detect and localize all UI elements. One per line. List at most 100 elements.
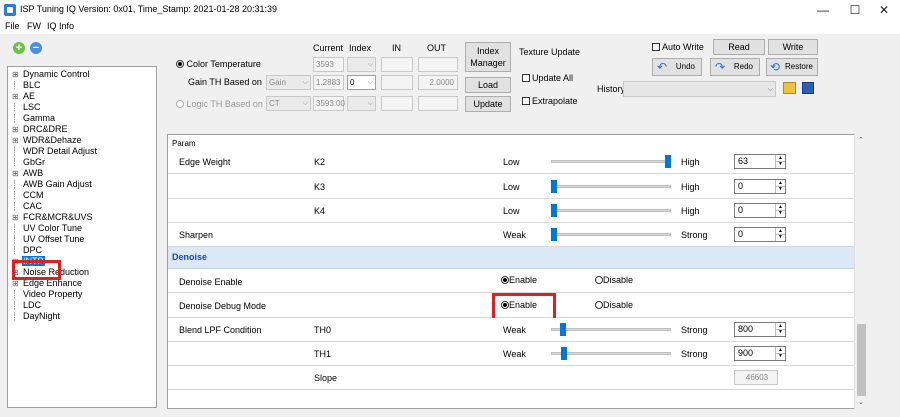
value-spinner[interactable]: 800 ▲ ▼: [734, 322, 786, 337]
high-label: High: [681, 182, 700, 192]
tree-item-ldc[interactable]: ┊ LDC: [12, 300, 42, 311]
param-name: Denoise Debug Mode: [179, 301, 267, 311]
tree-item-wdr-dehaze[interactable]: ⊞ WDR&Dehaze: [12, 135, 83, 146]
slider-thumb[interactable]: [560, 323, 567, 336]
section-denoise: Denoise: [168, 247, 855, 269]
color-temp-current: 3593: [313, 57, 344, 72]
parameter-tree: ⊞ Dynamic Control ┊ BLC ⊞ AE ┊ LSC ┊ Gamma ⊞ D…: [7, 66, 157, 408]
tree-item-dpc[interactable]: ┊ DPC: [12, 245, 43, 256]
low-label: Weak: [503, 325, 526, 335]
value-spinner[interactable]: 63 ▲ ▼: [734, 154, 786, 169]
color-temperature-radio[interactable]: Color Temperature: [176, 59, 261, 69]
value-spinner[interactable]: 0 ▲ ▼: [734, 203, 786, 218]
menu-file[interactable]: File: [5, 21, 20, 31]
logic-th-radio[interactable]: Logic TH Based on: [176, 99, 263, 109]
value-spinner[interactable]: 900 ▲ ▼: [734, 346, 786, 361]
section-title: Denoise: [172, 252, 208, 262]
scroll-up-icon[interactable]: ⌃: [858, 136, 864, 144]
value-spinner[interactable]: 0 ▲ ▼: [734, 227, 786, 242]
texture-update-label: Texture Update: [519, 47, 581, 57]
slider-track[interactable]: [551, 328, 671, 331]
save-icon[interactable]: [802, 82, 814, 94]
slider-thumb[interactable]: [561, 347, 568, 360]
header-index: Index: [349, 43, 372, 53]
read-button[interactable]: Read: [713, 39, 765, 55]
redo-button[interactable]: ↷ Redo: [710, 58, 760, 76]
close-button[interactable]: ✕: [868, 0, 900, 20]
tree-item-lsc[interactable]: ┊ LSC: [12, 102, 42, 113]
value-spinner[interactable]: 0 ▲ ▼: [734, 179, 786, 194]
denoise-disable-radio[interactable]: Disable: [595, 275, 633, 285]
maximize-button[interactable]: ☐: [839, 0, 871, 20]
param-row-blend-th0: Blend LPF Condition TH0 Weak Strong 800 ▲…: [168, 318, 855, 342]
expand-all-icon[interactable]: +: [13, 42, 25, 54]
history-select[interactable]: ⌵: [623, 81, 776, 97]
param-row-edge-weight-k4: K4 Low High 0 ▲ ▼: [168, 199, 855, 223]
param-name: Blend LPF Condition: [179, 325, 262, 335]
high-label: Strong: [681, 325, 708, 335]
slider-track[interactable]: [551, 185, 671, 188]
header-in: IN: [392, 43, 401, 53]
scroll-down-icon[interactable]: ⌄: [858, 398, 864, 406]
tree-item-awb[interactable]: ⊞ AWB: [12, 168, 44, 179]
slider-track[interactable]: [551, 160, 671, 163]
update-all-checkbox[interactable]: Update All: [522, 73, 573, 83]
redo-icon: ↷: [715, 60, 726, 74]
tree-item-blc[interactable]: ┊ BLC: [12, 80, 42, 91]
logic-th-current: 3593.00: [313, 96, 345, 111]
window-title: ISP Tuning IQ Version: 0x01, Time_Stamp:…: [20, 4, 277, 14]
menu-fw[interactable]: FW: [27, 21, 41, 31]
param-row-edge-weight-k3: K3 Low High 0 ▲ ▼: [168, 174, 855, 199]
auto-write-checkbox[interactable]: Auto Write: [652, 42, 704, 52]
gain-th-index-select[interactable]: 0 ⌵: [347, 75, 376, 90]
minimize-button[interactable]: —: [807, 0, 839, 20]
tree-item-uv-color-tune[interactable]: ┊ UV Color Tune: [12, 223, 83, 234]
undo-button[interactable]: ↶ Undo: [652, 58, 702, 76]
tree-item-drc-dre[interactable]: ⊞ DRC&DRE: [12, 124, 69, 135]
tree-item-cac[interactable]: ┊ CAC: [12, 201, 43, 212]
slider-thumb[interactable]: [551, 204, 557, 217]
load-button[interactable]: Load: [465, 77, 511, 93]
tree-item-wdr-detail-adjust[interactable]: ┊ WDR Detail Adjust: [12, 146, 98, 157]
param-header: Param: [172, 139, 196, 148]
slider-track[interactable]: [551, 233, 671, 236]
tree-item-ae[interactable]: ⊞ AE: [12, 91, 36, 102]
gain-th-current: 1.2883: [313, 75, 344, 90]
tree-item-fcr-mcr-uvs[interactable]: ⊞ FCR&MCR&UVS: [12, 212, 94, 223]
tree-item-uv-offset-tune[interactable]: ┊ UV Offset Tune: [12, 234, 85, 245]
param-row-sharpen: Sharpen Weak Strong 0 ▲ ▼: [168, 223, 855, 247]
param-name: Sharpen: [179, 230, 214, 240]
open-folder-icon[interactable]: [783, 82, 796, 94]
tree-item-gbgr[interactable]: ┊ GbGr: [12, 157, 46, 168]
slider-track[interactable]: [551, 352, 671, 355]
update-button[interactable]: Update: [465, 96, 511, 112]
high-label: Strong: [681, 349, 708, 359]
param-name: Denoise Enable: [179, 277, 243, 287]
param-panel: Param Edge Weight K2 Low High 63 ▲ ▼ K3 Lo…: [167, 134, 867, 409]
param-scrollbar[interactable]: ⌃ ⌄: [854, 134, 867, 409]
index-manager-button[interactable]: Index Manager: [465, 42, 511, 72]
slider-thumb[interactable]: [551, 180, 557, 193]
restore-icon: ⟲: [770, 60, 781, 74]
extrapolate-checkbox[interactable]: Extrapolate: [522, 96, 578, 106]
menu-iq-info[interactable]: IQ Info: [47, 21, 74, 31]
write-button[interactable]: Write: [768, 39, 818, 55]
denoise-enable-radio[interactable]: Enable: [501, 275, 537, 285]
slider-thumb[interactable]: [665, 155, 671, 168]
slider-thumb[interactable]: [551, 228, 557, 241]
tree-item-video-property[interactable]: ┊ Video Property: [12, 289, 83, 300]
tree-item-awb-gain-adjust[interactable]: ┊ AWB Gain Adjust: [12, 179, 93, 190]
tree-item-gamma[interactable]: ┊ Gamma: [12, 113, 56, 124]
tree-item-daynight[interactable]: ┊ DayNight: [12, 311, 61, 322]
collapse-all-icon[interactable]: −: [30, 42, 42, 54]
low-label: Low: [503, 182, 520, 192]
scrollbar-thumb[interactable]: [857, 324, 866, 396]
undo-icon: ↶: [657, 60, 668, 74]
denoise-debug-disable-radio[interactable]: Disable: [595, 300, 633, 310]
restore-button[interactable]: ⟲ Restore: [766, 58, 818, 76]
tree-item-ccm[interactable]: ┊ CCM: [12, 190, 45, 201]
tree-item-dynamic-control[interactable]: ⊞ Dynamic Control: [12, 69, 91, 80]
slider-track[interactable]: [551, 209, 671, 212]
app-icon: [4, 4, 16, 16]
high-label: Strong: [681, 230, 708, 240]
